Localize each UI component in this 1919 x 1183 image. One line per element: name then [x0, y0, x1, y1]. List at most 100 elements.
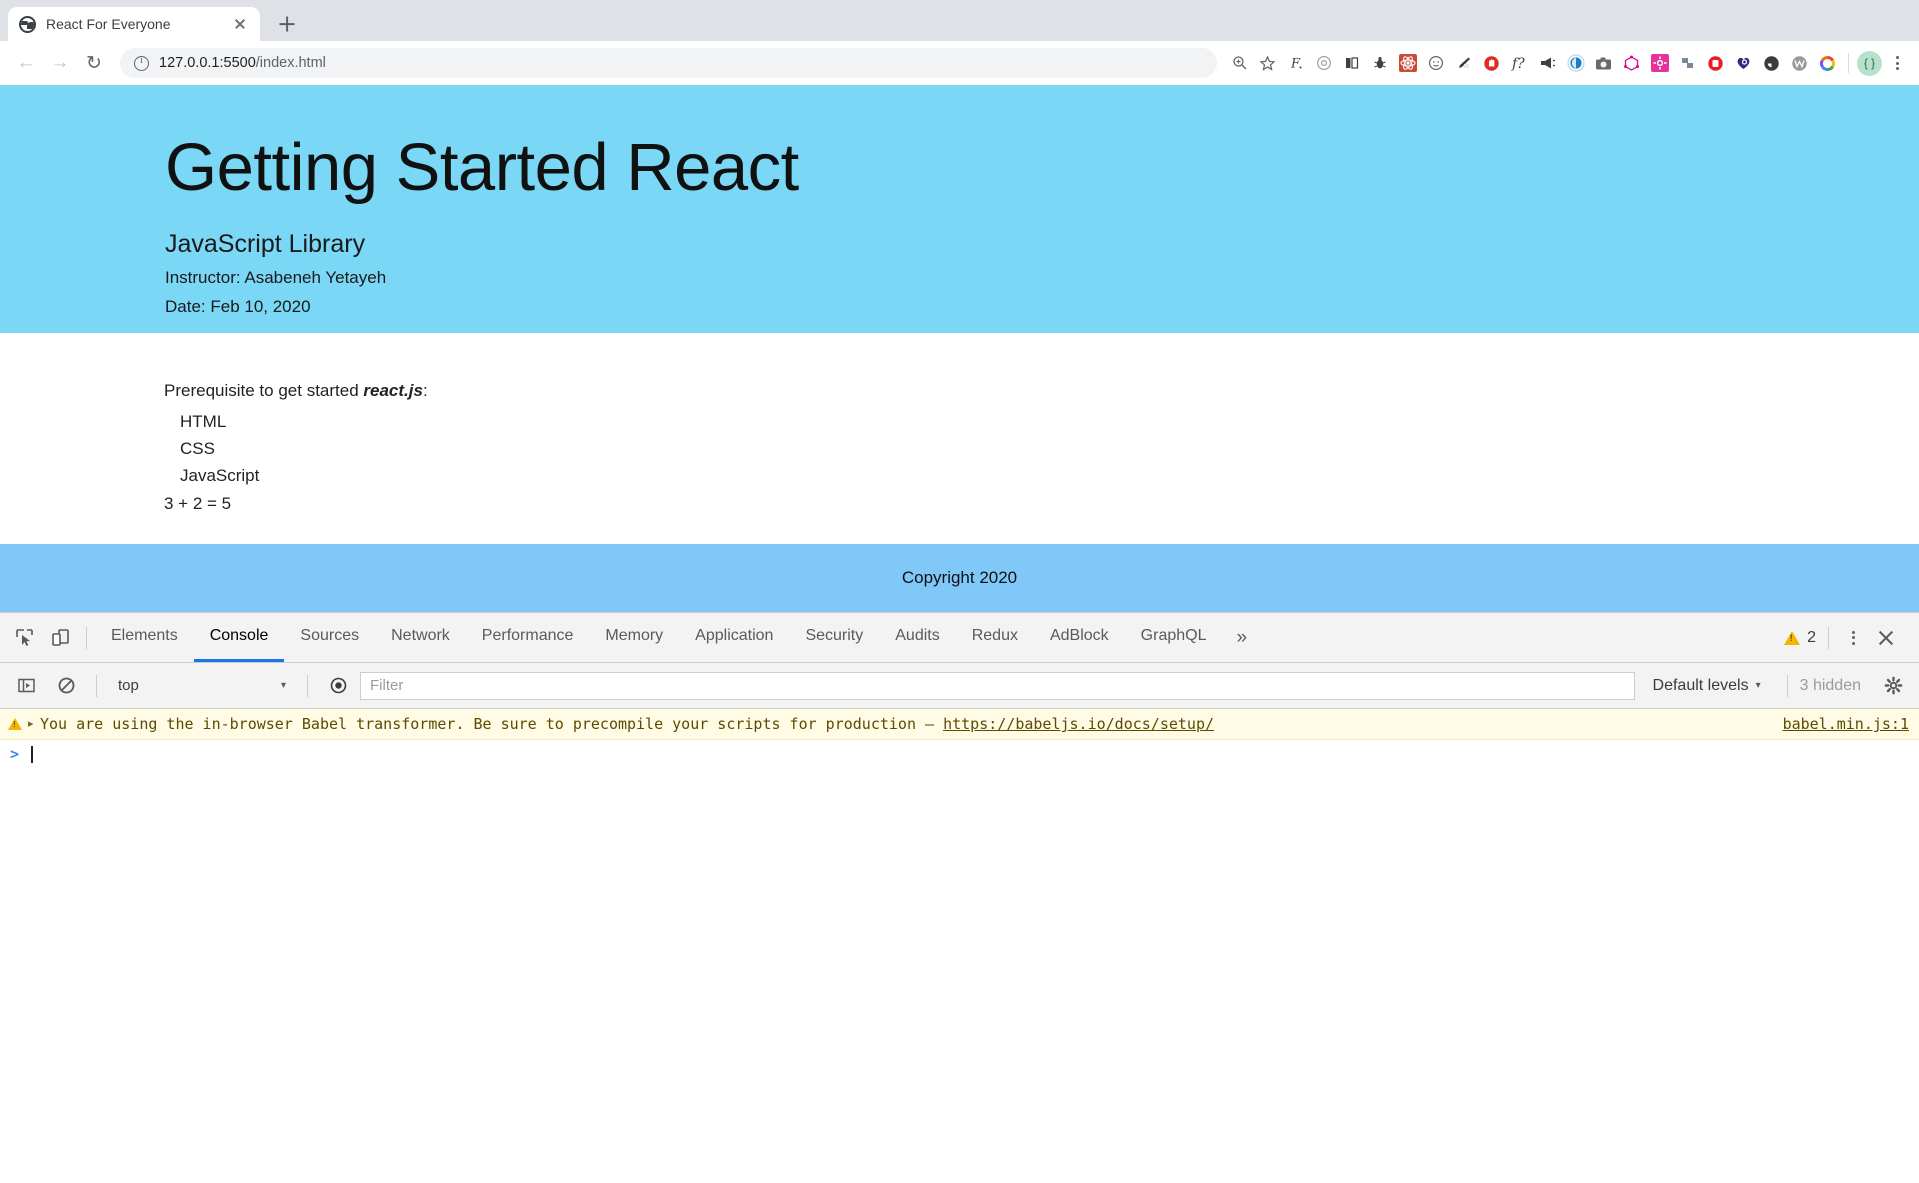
new-tab-button[interactable] — [270, 7, 304, 41]
babel-docs-link[interactable]: https://babeljs.io/docs/setup/ — [943, 715, 1214, 733]
columns-icon[interactable] — [1339, 51, 1364, 76]
tab-adblock[interactable]: AdBlock — [1034, 613, 1125, 662]
megaphone-icon[interactable] — [1535, 51, 1560, 76]
forward-button[interactable]: → — [44, 47, 76, 79]
page-footer: Copyright 2020 — [0, 544, 1919, 612]
tab-console[interactable]: Console — [193, 613, 285, 662]
toolbar-divider-1 — [96, 674, 97, 697]
pocket-icon[interactable] — [1703, 51, 1728, 76]
react-devtools-icon[interactable] — [1395, 51, 1420, 76]
eyedropper-icon[interactable] — [1451, 51, 1476, 76]
smiley-icon[interactable] — [1423, 51, 1448, 76]
text-cursor — [31, 745, 33, 763]
clear-console-icon[interactable] — [48, 668, 84, 704]
console-sidebar-icon[interactable] — [8, 668, 44, 704]
prereq-emphasis: react.js — [363, 381, 423, 400]
filter-input[interactable] — [360, 671, 1635, 700]
log-levels-select[interactable]: Default levels ▾ — [1639, 677, 1775, 695]
execution-context-select[interactable]: top ▾ — [109, 672, 295, 700]
prereq-prefix: Prerequisite to get started — [164, 381, 364, 400]
kebab-menu-icon[interactable] — [1885, 51, 1909, 75]
prerequisite-list: HTML CSS JavaScript — [164, 409, 1919, 490]
bug-icon[interactable] — [1367, 51, 1392, 76]
heart-search-icon[interactable] — [1731, 51, 1756, 76]
arrow-pin-icon[interactable] — [1675, 51, 1700, 76]
chevron-down-icon: ▾ — [1755, 680, 1761, 691]
console-output: ▸ You are using the in-browser Babel tra… — [0, 709, 1919, 1183]
browser-tab[interactable]: React For Everyone — [8, 7, 260, 41]
tab-application[interactable]: Application — [679, 613, 789, 662]
function-icon[interactable]: ƒ? — [1507, 51, 1532, 76]
close-devtools-icon[interactable] — [1869, 621, 1903, 655]
tab-sources[interactable]: Sources — [284, 613, 375, 662]
device-toolbar-icon[interactable] — [42, 620, 78, 656]
extensions-row: F ƒ? {} — [1227, 50, 1909, 76]
toolbar-divider-3 — [1786, 674, 1788, 697]
graphql-icon[interactable] — [1619, 51, 1644, 76]
devtools-tabbar: Elements Console Sources Network Perform… — [0, 613, 1919, 663]
tab-redux[interactable]: Redux — [956, 613, 1034, 662]
back-button[interactable]: ← — [10, 47, 42, 79]
info-circle-icon[interactable] — [134, 55, 149, 71]
page-title: Getting Started React — [165, 130, 799, 205]
devtools-tabbar-actions: 2 — [1784, 621, 1913, 655]
reload-button[interactable]: ↻ — [78, 47, 110, 79]
context-label: top — [118, 677, 139, 694]
tab-elements[interactable]: Elements — [95, 613, 194, 662]
toolbar-divider — [1848, 53, 1849, 73]
page-main: Prerequisite to get started react.js: HT… — [0, 333, 1919, 514]
console-message-warning[interactable]: ▸ You are using the in-browser Babel tra… — [0, 709, 1919, 740]
list-item: CSS — [180, 438, 215, 458]
blue-circle-icon[interactable] — [1563, 51, 1588, 76]
camera-icon[interactable] — [1591, 51, 1616, 76]
gear-pink-icon[interactable] — [1647, 51, 1672, 76]
toolbar-divider-2 — [307, 674, 308, 697]
svg-text:F: F — [1290, 57, 1301, 72]
bookmark-star-icon[interactable] — [1255, 51, 1280, 76]
avatar[interactable]: { } — [1857, 50, 1882, 76]
devtools-tab-list: Elements Console Sources Network Perform… — [95, 613, 1261, 662]
browser-toolbar: ← → ↻ 127.0.0.1:5500/index.html F — [0, 41, 1919, 85]
clock-icon[interactable] — [1759, 51, 1784, 76]
more-tabs-button[interactable]: » — [1222, 613, 1261, 662]
tab-graphql[interactable]: GraphQL — [1125, 613, 1223, 662]
list-item: JavaScript — [180, 465, 260, 485]
console-prompt-row[interactable]: > — [0, 740, 1919, 768]
chevron-down-icon: ▾ — [280, 680, 286, 691]
list-item: HTML — [180, 412, 227, 431]
tab-strip: React For Everyone — [0, 0, 1919, 41]
tab-performance[interactable]: Performance — [466, 613, 590, 662]
message-source-link[interactable]: babel.min.js:1 — [1763, 715, 1909, 733]
expand-arrow-icon[interactable]: ▸ — [28, 718, 40, 730]
tab-network[interactable]: Network — [375, 613, 466, 662]
warning-count-badge[interactable]: 2 — [1784, 629, 1816, 647]
adblock-stop-icon[interactable] — [1479, 51, 1504, 76]
url-host: 127.0.0.1:5500 — [159, 55, 256, 71]
warning-icon — [1784, 630, 1801, 645]
zoom-icon[interactable] — [1227, 51, 1252, 76]
page-header: Getting Started React JavaScript Library… — [0, 85, 1919, 333]
url-text: 127.0.0.1:5500/index.html — [159, 55, 326, 71]
inspect-element-icon[interactable] — [6, 620, 42, 656]
gear-icon[interactable] — [1875, 668, 1911, 704]
levels-label: Default levels — [1652, 676, 1749, 694]
warning-count: 2 — [1807, 628, 1816, 646]
color-wheel-icon[interactable] — [1815, 51, 1840, 76]
tab-audits[interactable]: Audits — [879, 613, 955, 662]
tabbar-divider — [86, 626, 87, 649]
warning-icon — [8, 718, 22, 730]
tab-memory[interactable]: Memory — [589, 613, 679, 662]
address-bar[interactable]: 127.0.0.1:5500/index.html — [120, 48, 1217, 78]
fontface-ninja-icon[interactable]: F — [1283, 51, 1308, 76]
tab-security[interactable]: Security — [789, 613, 879, 662]
close-icon[interactable] — [231, 15, 249, 33]
target-icon[interactable] — [1311, 51, 1336, 76]
tab-title: React For Everyone — [46, 16, 171, 32]
hidden-messages-count: 3 hidden — [1799, 676, 1861, 694]
more-options-icon[interactable] — [1841, 626, 1865, 650]
prompt-arrow-icon: > — [10, 745, 20, 763]
page-subtitle: JavaScript Library — [165, 230, 366, 259]
live-expression-icon[interactable] — [320, 668, 356, 704]
prerequisite-line: Prerequisite to get started react.js: — [164, 381, 1919, 401]
wappalyzer-icon[interactable] — [1787, 51, 1812, 76]
